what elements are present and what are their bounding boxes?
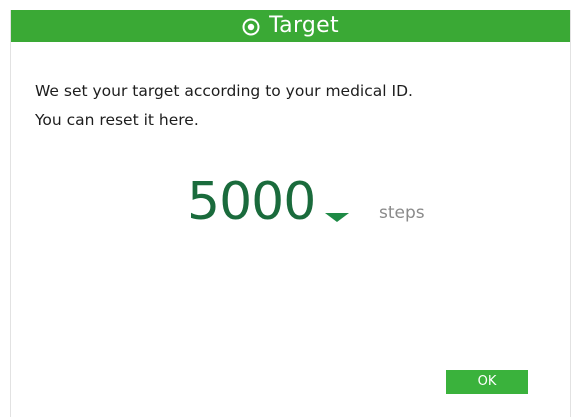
ok-button[interactable]: OK — [446, 370, 528, 394]
target-unit-label: steps — [379, 203, 425, 223]
target-dialog: Target We set your target according to y… — [10, 10, 571, 417]
dialog-title: Target — [269, 13, 339, 38]
message-line-1: We set your target according to your med… — [35, 82, 413, 100]
dialog-message: We set your target according to your med… — [35, 77, 413, 135]
chevron-down-icon[interactable] — [325, 213, 350, 222]
target-icon — [242, 18, 260, 36]
dialog-titlebar: Target — [11, 10, 570, 42]
target-value[interactable]: 5000 — [187, 172, 316, 232]
message-line-2: You can reset it here. — [35, 111, 199, 129]
target-selector[interactable]: 5000 — [187, 160, 350, 232]
